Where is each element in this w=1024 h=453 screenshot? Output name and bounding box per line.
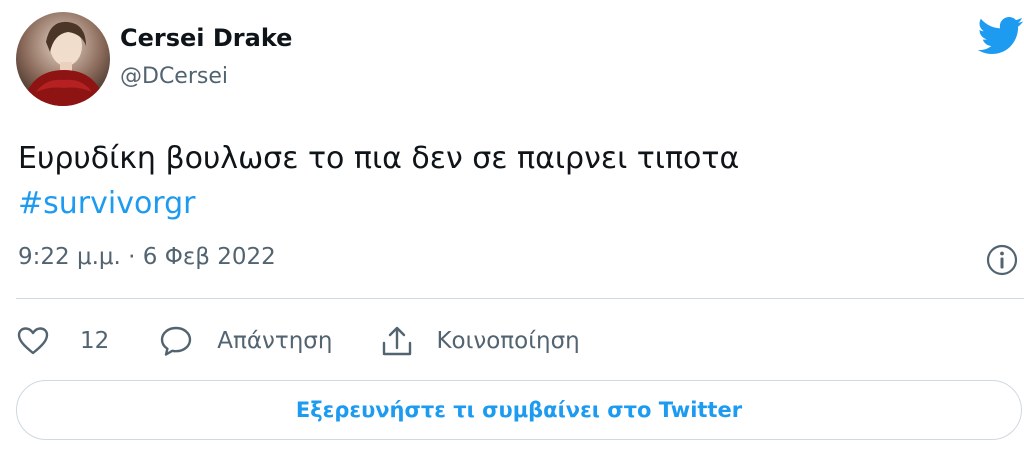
tweet-text: Ευρυδίκη βουλωσε το πια δεν σε παιρνει τ…: [18, 136, 998, 226]
action-bar: 12 Απάντηση Κοινοποίηση: [16, 318, 580, 364]
avatar-image: [16, 12, 110, 106]
reply-label: Απάντηση: [217, 328, 333, 354]
share-label: Κοινοποίηση: [436, 328, 580, 354]
tweet-embed: Cersei Drake @DCersei Ευρυδίκη βουλωσε τ…: [0, 0, 1024, 453]
tweet-timestamp[interactable]: 9:22 μ.μ. · 6 Φεβ 2022: [18, 244, 276, 270]
twitter-bird-icon[interactable]: [977, 16, 1024, 56]
divider: [16, 298, 1024, 299]
explore-twitter-button[interactable]: Εξερευνήστε τι συμβαίνει στο Twitter: [16, 380, 1022, 440]
heart-icon: [16, 326, 50, 356]
like-count: 12: [80, 328, 110, 354]
avatar[interactable]: [16, 12, 110, 106]
speech-bubble-icon: [159, 325, 193, 357]
like-button[interactable]: 12: [16, 326, 109, 356]
display-name[interactable]: Cersei Drake: [120, 24, 292, 52]
tweet-body: Ευρυδίκη βουλωσε το πια δεν σε παιρνει τ…: [18, 141, 740, 176]
user-handle[interactable]: @DCersei: [120, 64, 228, 89]
share-icon: [380, 325, 414, 357]
explore-twitter-label: Εξερευνήστε τι συμβαίνει στο Twitter: [295, 398, 743, 422]
share-button[interactable]: Κοινοποίηση: [380, 325, 580, 357]
reply-button[interactable]: Απάντηση: [159, 325, 332, 357]
info-icon[interactable]: [985, 243, 1019, 277]
hashtag-link[interactable]: #survivorgr: [18, 181, 998, 226]
